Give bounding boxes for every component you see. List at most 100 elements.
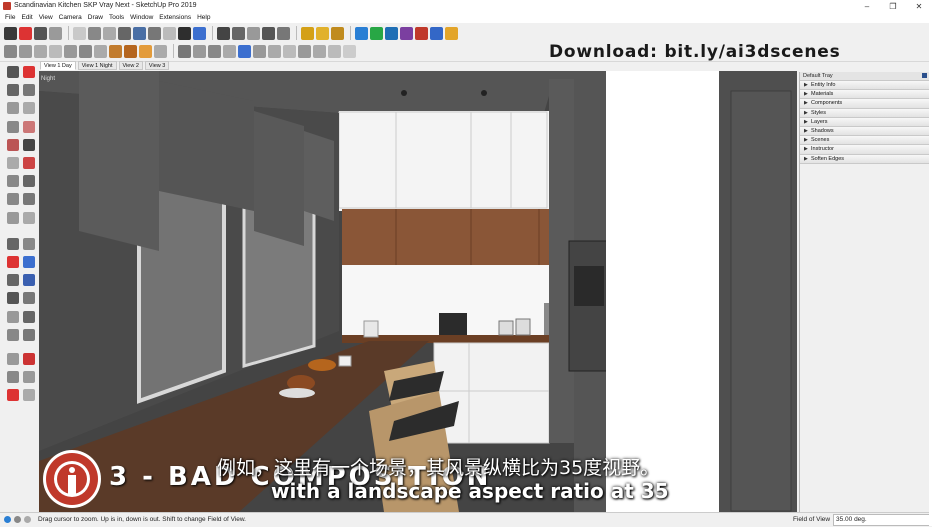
rotate-tool-icon[interactable] xyxy=(103,26,116,40)
tab-view-2[interactable]: View 2 xyxy=(118,61,143,70)
zoom-tool-icon[interactable] xyxy=(232,26,245,40)
shaded-textures-icon[interactable] xyxy=(328,44,341,58)
tray-panel-layers[interactable]: ▶ Layers xyxy=(800,117,930,127)
next-tool-icon[interactable] xyxy=(23,371,35,384)
extension-warehouse-icon[interactable] xyxy=(331,26,344,40)
tab-view-1-night[interactable]: View 1 Night xyxy=(77,61,117,70)
orbit-tool-icon[interactable] xyxy=(193,26,206,40)
pencil-tool-icon[interactable] xyxy=(34,26,47,40)
text-tool-icon[interactable] xyxy=(7,237,19,250)
rectangle-tool-icon[interactable] xyxy=(49,26,62,40)
freehand-tool-icon[interactable] xyxy=(7,138,19,151)
line-tool-icon[interactable] xyxy=(23,84,35,97)
sphere-light-icon[interactable] xyxy=(34,44,47,58)
tape-measure-icon[interactable] xyxy=(148,26,161,40)
rotate-tool-icon[interactable] xyxy=(23,157,35,169)
prev-tool-icon[interactable] xyxy=(7,371,19,384)
maximize-button[interactable]: ❐ xyxy=(880,0,906,13)
menu-tools[interactable]: Tools xyxy=(109,13,124,23)
ies-light-icon[interactable] xyxy=(79,44,92,58)
text-tool-icon[interactable] xyxy=(163,26,176,40)
dimension-tool-icon[interactable] xyxy=(23,211,35,224)
protractor-tool-icon[interactable] xyxy=(7,211,19,224)
offset-tool-icon[interactable] xyxy=(7,193,19,206)
section-tool-icon[interactable] xyxy=(23,328,35,341)
rectangle-tool-icon[interactable] xyxy=(23,102,35,115)
orbit-tool-icon[interactable] xyxy=(23,256,35,268)
omni-light-icon[interactable] xyxy=(94,44,107,58)
paint-bucket-icon[interactable] xyxy=(178,26,191,40)
tray-panel-soften-edges[interactable]: ▶ Soften Edges xyxy=(800,154,930,164)
model-viewport[interactable]: Night xyxy=(39,71,797,512)
tab-view-1-day[interactable]: View 1 Day xyxy=(40,61,76,70)
menu-camera[interactable]: Camera xyxy=(59,13,82,23)
eraser-tool-icon[interactable] xyxy=(23,66,35,78)
vray-settings-icon[interactable] xyxy=(430,26,443,40)
tray-panel-scenes[interactable]: ▶ Scenes xyxy=(800,136,930,146)
tray-panel-instructor[interactable]: ▶ Instructor xyxy=(800,145,930,155)
wireframe-icon[interactable] xyxy=(283,44,296,58)
warehouse-icon[interactable] xyxy=(316,26,329,40)
redo-tool-icon[interactable] xyxy=(23,389,35,402)
zoom-tool-icon[interactable] xyxy=(23,274,35,287)
spot-light-icon[interactable] xyxy=(109,44,122,58)
vray-lights-icon[interactable] xyxy=(445,26,458,40)
tray-panel-components[interactable]: ▶ Components xyxy=(800,99,930,109)
shaded-icon[interactable] xyxy=(313,44,326,58)
cloud-icon[interactable] xyxy=(49,44,62,58)
polygon-tool-icon[interactable] xyxy=(23,120,35,133)
walk-tool-icon[interactable] xyxy=(7,310,19,323)
tab-view-3[interactable]: View 3 xyxy=(144,61,170,70)
menu-extensions[interactable]: Extensions xyxy=(159,13,191,23)
zoom-extents-icon[interactable] xyxy=(247,26,260,40)
tape-tool-icon[interactable] xyxy=(23,193,35,206)
hidden-line-icon[interactable] xyxy=(298,44,311,58)
zoomwindow-tool-icon[interactable] xyxy=(7,292,19,305)
tray-panel-materials[interactable]: ▶ Materials xyxy=(800,90,930,100)
vray-frame-buffer-icon[interactable] xyxy=(400,26,413,40)
close-button[interactable]: ✕ xyxy=(906,0,932,13)
menu-file[interactable]: File xyxy=(5,13,15,23)
fur-icon[interactable] xyxy=(193,44,206,58)
previous-view-icon[interactable] xyxy=(262,26,275,40)
followme-tool-icon[interactable] xyxy=(7,175,19,188)
menu-window[interactable]: Window xyxy=(130,13,153,23)
dome-light-icon[interactable] xyxy=(139,44,152,58)
menu-edit[interactable]: Edit xyxy=(21,13,32,23)
position-tool-icon[interactable] xyxy=(7,328,19,341)
3dtext-tool-icon[interactable] xyxy=(7,256,19,268)
vray-asset-editor-icon[interactable] xyxy=(355,26,368,40)
geo-location-icon[interactable] xyxy=(4,516,11,523)
toggle-section-icon[interactable] xyxy=(253,44,266,58)
eraser-tool-icon[interactable] xyxy=(19,26,32,40)
scale-tool-icon[interactable] xyxy=(118,26,131,40)
pan-tool-icon[interactable] xyxy=(217,26,230,40)
push-pull-tool-icon[interactable] xyxy=(73,26,86,40)
tray-panel-entity-info[interactable]: ▶ Entity Info xyxy=(800,81,930,91)
move-tool-icon[interactable] xyxy=(88,26,101,40)
vray-denoise-icon[interactable] xyxy=(415,26,428,40)
section-plane-icon[interactable] xyxy=(238,44,251,58)
light-settings-icon[interactable] xyxy=(4,44,17,58)
zoomext-tool-icon[interactable] xyxy=(23,292,35,305)
circle-tool-icon[interactable] xyxy=(7,120,19,133)
x-ray-icon[interactable] xyxy=(268,44,281,58)
menu-draw[interactable]: Draw xyxy=(88,13,103,23)
credits-icon[interactable] xyxy=(14,516,21,523)
teapot-icon[interactable] xyxy=(19,44,32,58)
arc-tool-icon[interactable] xyxy=(7,102,19,115)
proxy-icon[interactable] xyxy=(154,44,167,58)
foot-tool-icon[interactable] xyxy=(23,353,35,365)
select-tool-icon[interactable] xyxy=(7,66,19,78)
tray-panel-shadows[interactable]: ▶ Shadows xyxy=(800,126,930,137)
pan-tool-icon[interactable] xyxy=(7,274,19,287)
minimize-button[interactable]: – xyxy=(854,0,880,13)
axes-tool-icon[interactable] xyxy=(23,237,35,250)
mesh-light-icon[interactable] xyxy=(124,44,137,58)
vray-interactive-icon[interactable] xyxy=(385,26,398,40)
measurements-input[interactable]: 35.00 deg. xyxy=(833,514,932,526)
component-icon[interactable] xyxy=(301,26,314,40)
lookaround-tool-icon[interactable] xyxy=(23,310,35,323)
scale-tool-icon[interactable] xyxy=(23,175,35,188)
offset-tool-icon[interactable] xyxy=(133,26,146,40)
